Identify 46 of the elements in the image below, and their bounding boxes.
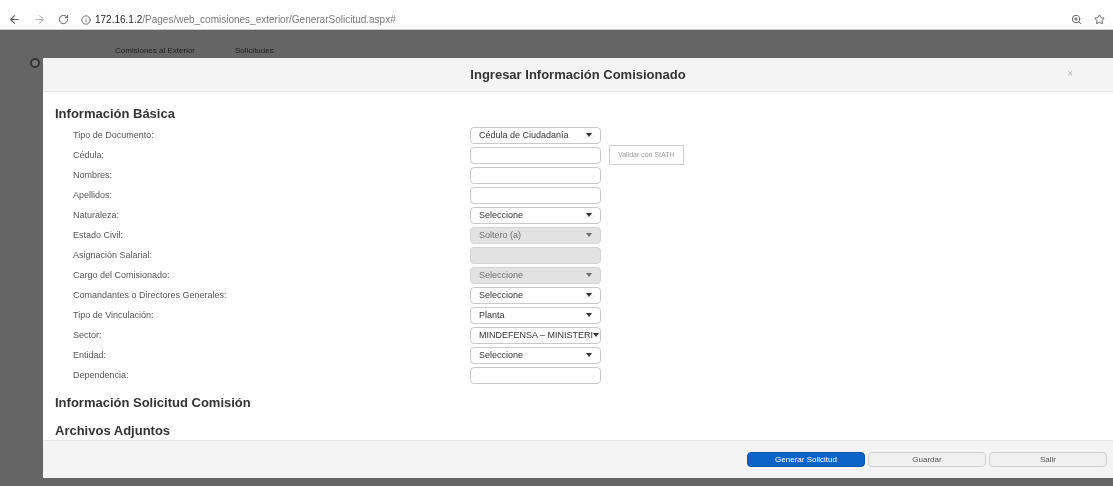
caret-icon bbox=[586, 293, 592, 298]
caret-icon bbox=[593, 333, 600, 338]
caret-icon bbox=[586, 353, 592, 358]
reload-icon[interactable] bbox=[58, 14, 69, 25]
address-bar[interactable]: 172.16.1.2/Pages/web_comisiones_exterior/GenerarSolicitud.aspx# bbox=[95, 12, 396, 27]
input-field[interactable] bbox=[470, 366, 601, 384]
select-field[interactable]: Cédula de Ciudadanía bbox=[470, 126, 601, 144]
info-icon bbox=[81, 14, 91, 25]
input-field[interactable] bbox=[470, 146, 601, 164]
caret-icon bbox=[586, 133, 592, 138]
field-label: Nombres: bbox=[72, 168, 113, 182]
field-label: Cargo del Comisionado: bbox=[72, 268, 171, 282]
select-field[interactable]: Seleccione bbox=[470, 346, 601, 364]
caret-icon bbox=[586, 213, 592, 218]
select-field[interactable]: Planta bbox=[470, 306, 601, 324]
field-label: Dependencia: bbox=[72, 368, 130, 382]
section-heading: Información Básica bbox=[55, 104, 176, 123]
caret-icon bbox=[586, 273, 592, 278]
caret-icon bbox=[586, 233, 592, 238]
zoom-icon[interactable] bbox=[1071, 14, 1082, 25]
field-label: Tipo de Documento: bbox=[72, 128, 155, 142]
back-icon[interactable] bbox=[8, 13, 21, 26]
field-label: Sector: bbox=[72, 328, 103, 342]
modal-title: Ingresar Información Comisionado bbox=[470, 65, 686, 84]
field-label: Naturaleza: bbox=[72, 208, 121, 222]
input-field[interactable] bbox=[470, 186, 601, 204]
footer-button[interactable]: Salir bbox=[989, 452, 1107, 468]
field-label: Tipo de Vinculación: bbox=[72, 308, 155, 322]
field-label: Entidad: bbox=[72, 348, 108, 362]
forward-icon[interactable] bbox=[33, 13, 46, 26]
select-field[interactable]: MINDEFENSA – MINISTERI bbox=[470, 326, 601, 344]
field-label: Comandantes o Directores Generales: bbox=[72, 288, 228, 302]
field-label: Apellidos: bbox=[72, 188, 114, 202]
field-label: Asignación Salarial: bbox=[72, 248, 154, 262]
footer-button[interactable]: Guardar bbox=[868, 452, 986, 468]
star-icon[interactable] bbox=[1094, 14, 1105, 25]
caret-icon bbox=[586, 313, 592, 318]
app-logo-icon bbox=[30, 58, 40, 68]
footer-button[interactable]: Generar Solicitud bbox=[747, 452, 865, 468]
input-field[interactable] bbox=[470, 166, 601, 184]
section-heading: Información Solicitud Comisión bbox=[55, 394, 252, 413]
select-field[interactable]: Seleccione bbox=[470, 286, 601, 304]
field-label: Estado Civil: bbox=[72, 228, 125, 242]
select-field[interactable]: Seleccione bbox=[470, 206, 601, 224]
section-heading: Archivos Adjuntos bbox=[55, 421, 172, 440]
field-label: Cédula: bbox=[72, 148, 106, 162]
